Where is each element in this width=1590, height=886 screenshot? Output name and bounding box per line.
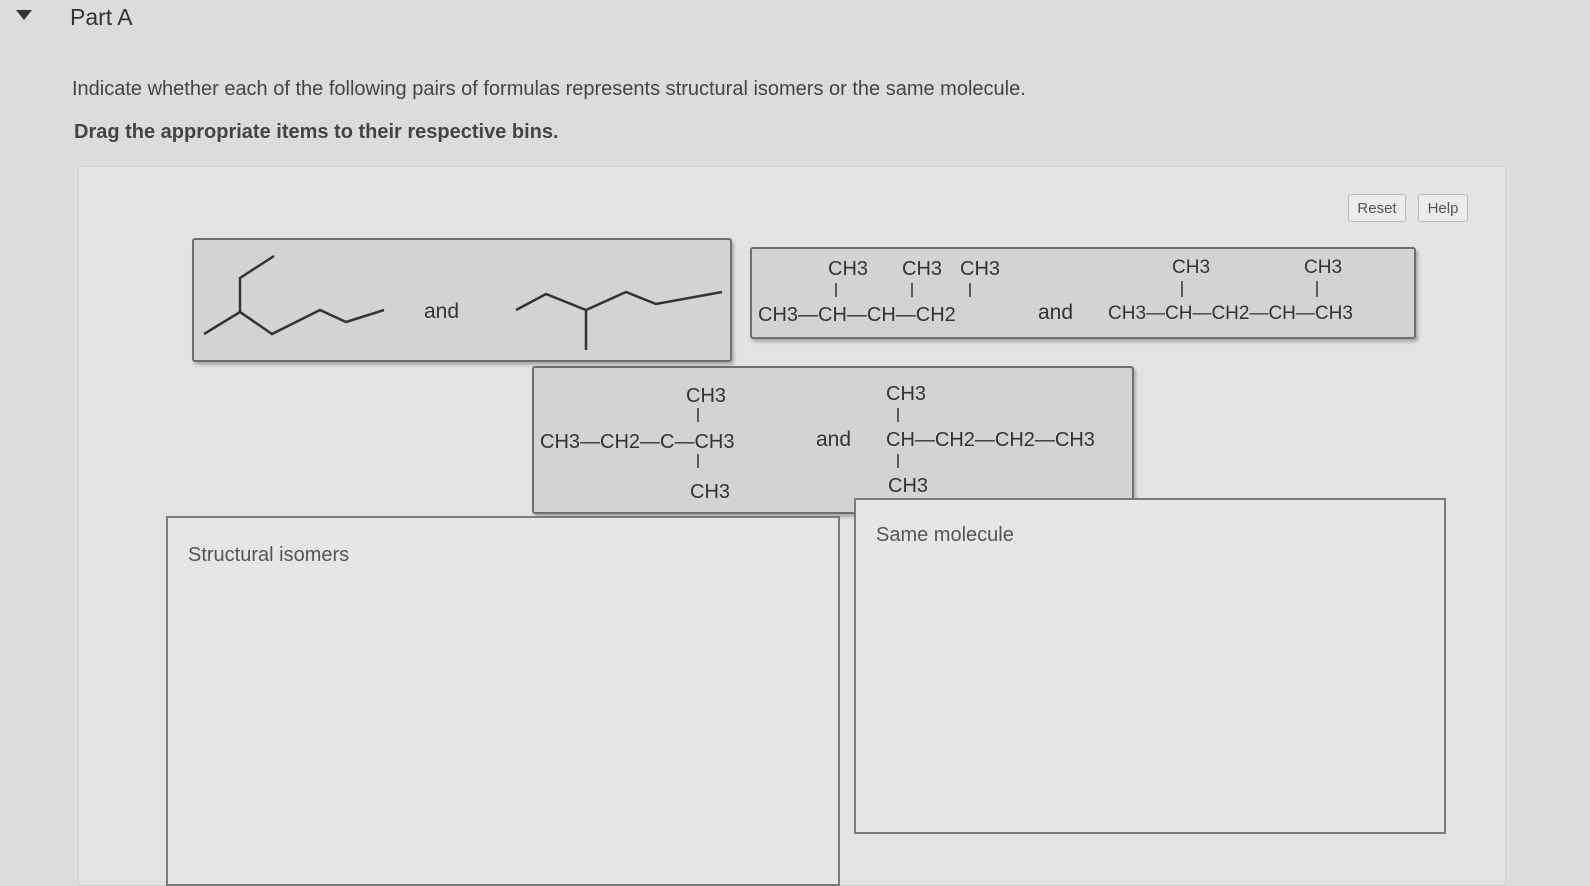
bin-label: Structural isomers — [188, 544, 350, 566]
main-chain-right: CH3—CH—CH2—CH—CH3 — [1108, 303, 1353, 324]
condensed-formulas-1: CH3 CH3 CH3 CH3—CH—CH—CH2 and CH3 CH3 CH… — [758, 257, 1353, 326]
branch-label: CH3 — [902, 258, 942, 280]
drag-instruction: Drag the appropriate items to their resp… — [74, 121, 559, 143]
main-chain-left: CH3—CH2—C—CH3 — [540, 431, 734, 453]
main-chain-left: CH3—CH—CH—CH2 — [758, 304, 956, 326]
collapse-caret-icon[interactable] — [16, 10, 32, 20]
and-connector: and — [816, 428, 851, 451]
branch-label: CH3 — [686, 385, 726, 407]
branch-label: CH3 — [1172, 257, 1210, 278]
draggable-tile-condensed-pair-2[interactable]: CH3 CH3—CH2—C—CH3 CH3 and CH3 CH—CH2—CH2… — [532, 366, 1134, 514]
branch-label: CH3 — [888, 475, 928, 497]
reset-button[interactable]: Reset — [1348, 194, 1406, 222]
condensed-formulas-2: CH3 CH3—CH2—C—CH3 CH3 and CH3 CH—CH2—CH2… — [540, 383, 1095, 503]
part-header[interactable]: Part A — [0, 0, 1590, 40]
draggable-tile-condensed-pair-1[interactable]: CH3 CH3 CH3 CH3—CH—CH—CH2 and CH3 CH3 CH… — [750, 247, 1416, 339]
part-title: Part A — [70, 4, 133, 30]
skeletal-structure-left — [203, 308, 385, 336]
branch-label: CH3 — [960, 258, 1000, 280]
main-chain-right: CH—CH2—CH2—CH3 — [886, 429, 1095, 451]
branch-label: CH3 — [886, 383, 926, 405]
skeletal-formulas: and — [203, 254, 723, 350]
skeletal-structure-right — [515, 290, 723, 312]
question-text: Indicate whether each of the following p… — [72, 78, 1026, 100]
branch-label: CH3 — [690, 481, 730, 503]
and-connector: and — [1038, 301, 1073, 324]
bin-same-molecule[interactable]: Same molecule — [854, 498, 1446, 834]
branch-label: CH3 — [1304, 257, 1342, 278]
and-connector: and — [424, 300, 459, 323]
bin-label: Same molecule — [876, 524, 1014, 546]
skeletal-branch-left — [238, 254, 275, 312]
help-button[interactable]: Help — [1418, 194, 1468, 222]
draggable-tile-skeletal-pair[interactable]: and — [192, 238, 732, 362]
branch-label: CH3 — [828, 258, 868, 280]
bin-structural-isomers[interactable]: Structural isomers — [166, 516, 840, 886]
